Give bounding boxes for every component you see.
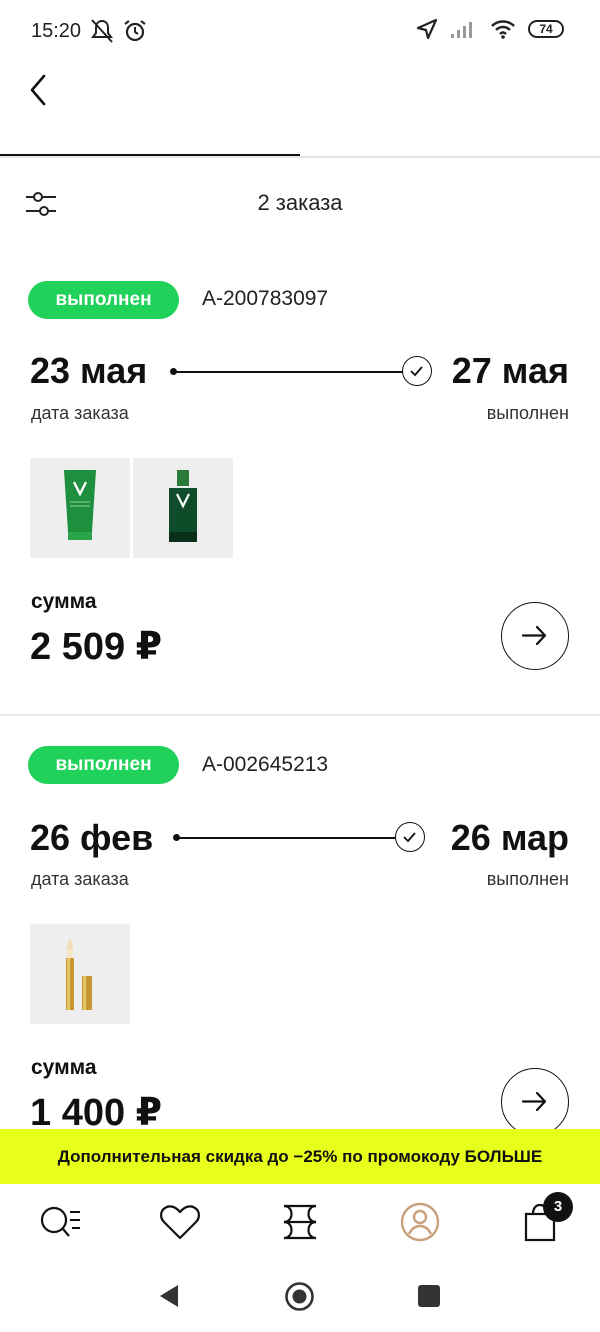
heart-icon: [160, 1205, 200, 1240]
mute-icon: [91, 19, 113, 43]
timeline-line: [177, 837, 397, 839]
system-recents-icon[interactable]: [417, 1284, 441, 1308]
wifi-icon: [491, 20, 515, 39]
sum-label: сумма: [31, 1056, 97, 1079]
location-icon: [416, 18, 438, 40]
sum-value: 2 509 ₽: [30, 626, 163, 668]
vichy-serum-image: [169, 470, 197, 542]
battery-icon: 74: [528, 20, 564, 38]
bottom-nav: [0, 1184, 600, 1260]
brand-logo-icon: [283, 1204, 317, 1240]
order-date-label: дата заказа: [31, 869, 129, 889]
status-badge: выполнен: [28, 281, 179, 319]
order-date: 23 мая: [30, 350, 148, 391]
alarm-icon: [124, 20, 146, 42]
timeline-line: [174, 371, 404, 373]
done-date: 27 мая: [451, 350, 569, 391]
check-circle-icon: [402, 356, 432, 386]
done-label: выполнен: [486, 869, 569, 889]
system-nav-bar: [0, 1260, 600, 1332]
product-thumbnail-vichy-serum[interactable]: [133, 458, 233, 558]
tabs: [0, 110, 600, 158]
open-order-button[interactable]: [501, 1068, 569, 1136]
chevron-left-icon: [30, 74, 46, 106]
arrow-right-icon: [521, 625, 547, 646]
nav-favorites[interactable]: [158, 1200, 202, 1244]
order-date-label: дата заказа: [31, 403, 129, 423]
catalog-search-icon: [40, 1206, 80, 1237]
system-back-icon[interactable]: [156, 1282, 184, 1310]
check-circle-icon: [395, 822, 425, 852]
nav-brand[interactable]: [278, 1200, 322, 1244]
cart-count-badge: 3: [543, 1192, 573, 1222]
open-order-button[interactable]: [501, 602, 569, 670]
orders-count: 2 заказа: [257, 190, 343, 215]
order-date: 26 фев: [30, 817, 154, 858]
done-label: выполнен: [486, 403, 569, 423]
order-id: А-002645213: [202, 753, 329, 776]
order-separator: [0, 714, 600, 716]
arrow-right-icon: [521, 1091, 547, 1112]
tab-divider: [0, 156, 600, 158]
nav-profile[interactable]: [398, 1200, 442, 1244]
done-date: 26 мар: [450, 817, 569, 858]
gold-concealer-image: [66, 938, 92, 1010]
back-button[interactable]: [24, 70, 60, 110]
system-home-icon[interactable]: [284, 1281, 315, 1312]
status-time: 15:20: [31, 20, 82, 42]
status-bar: 15:20 74: [0, 0, 600, 64]
vichy-tube-image: [64, 470, 96, 540]
nav-catalog[interactable]: [38, 1200, 82, 1244]
product-thumbnail-concealer[interactable]: [30, 924, 130, 1024]
promo-banner[interactable]: Дополнительная скидка до −25% по промоко…: [0, 1129, 600, 1184]
profile-icon: [400, 1202, 440, 1242]
signal-icon: [451, 22, 472, 38]
sum-label: сумма: [31, 590, 97, 613]
status-badge: выполнен: [28, 746, 179, 784]
order-id: А-200783097: [202, 287, 329, 310]
product-thumbnail-vichy-tube[interactable]: [30, 458, 130, 558]
